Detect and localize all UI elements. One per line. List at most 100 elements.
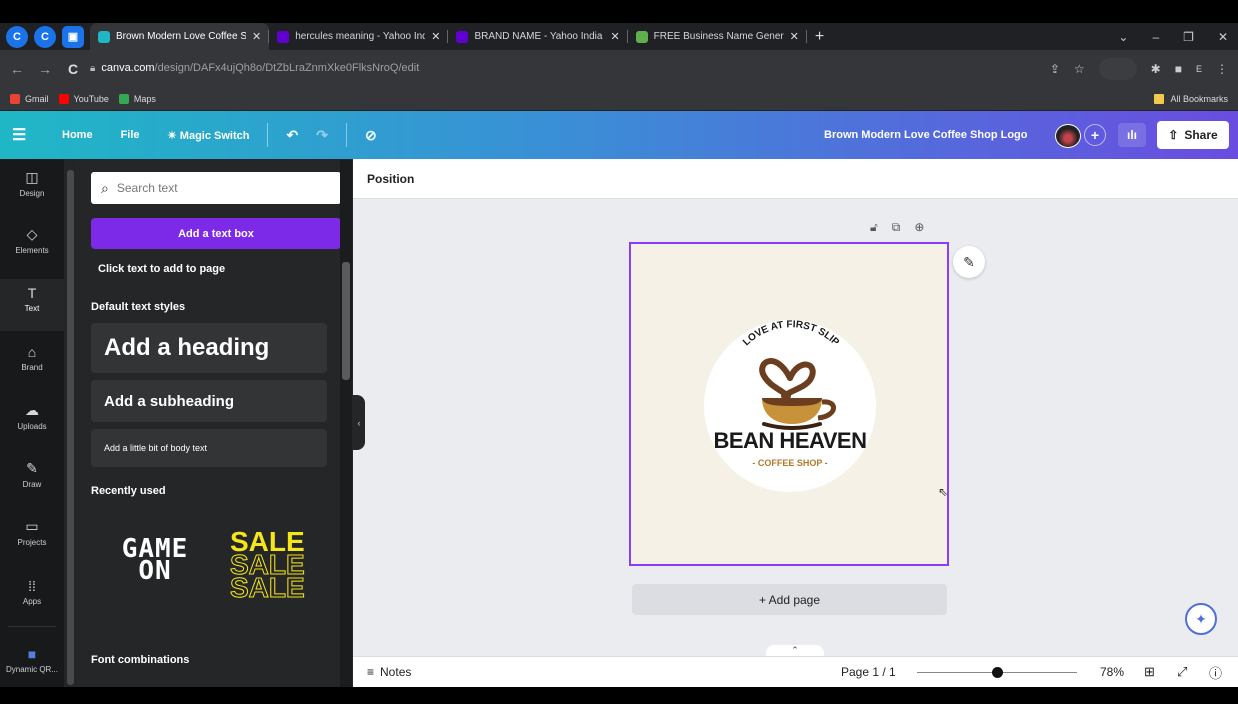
- close-tab-icon[interactable]: ✕: [610, 30, 619, 43]
- document-title[interactable]: Brown Modern Love Coffee Shop Logo: [824, 111, 1028, 159]
- pen-icon: ✎: [26, 460, 38, 476]
- lock-page-icon[interactable]: 🔓︎: [870, 220, 878, 235]
- grid-view-icon[interactable]: ⊞: [1144, 664, 1155, 680]
- search-input[interactable]: ⌕ Search text: [91, 172, 341, 204]
- collapse-panel-handle[interactable]: ‹: [353, 395, 365, 450]
- bottom-bar: [0, 687, 1238, 704]
- avatar[interactable]: [1055, 124, 1081, 148]
- redo-icon[interactable]: ↷: [316, 127, 328, 144]
- invite-plus-icon[interactable]: +: [1084, 124, 1106, 146]
- tab-title: Brown Modern Love Coffee Sho: [116, 31, 246, 42]
- logo-name[interactable]: BEAN HEAVEN: [704, 428, 876, 454]
- zoom-value[interactable]: 78%: [1100, 665, 1124, 679]
- rail-item-uploads[interactable]: ☁ Uploads: [0, 396, 64, 448]
- panel-scroll-thumb[interactable]: [342, 262, 350, 380]
- recent-sale-font[interactable]: SALE SALE SALE: [230, 528, 306, 603]
- undo-icon[interactable]: ↶: [286, 127, 298, 144]
- default-styles-heading: Default text styles: [91, 301, 186, 313]
- magic-assistant-icon[interactable]: ✦: [1185, 603, 1217, 635]
- menu-kebab-icon[interactable]: ⋮: [1216, 62, 1228, 76]
- rail-item-apps[interactable]: ⁞⁞ Apps: [0, 572, 64, 624]
- bookmark-item[interactable]: Gmail: [10, 93, 49, 104]
- rail-item-label: Projects: [17, 538, 47, 547]
- reload-icon[interactable]: C: [62, 61, 84, 77]
- add-page-icon[interactable]: ⊕: [914, 220, 924, 235]
- help-icon[interactable]: ⓘ: [1209, 663, 1222, 682]
- pinned-tab-icon[interactable]: C: [34, 25, 56, 48]
- file-menu[interactable]: File: [121, 129, 140, 141]
- notes-button[interactable]: ≡ Notes: [367, 665, 411, 679]
- duplicate-page-icon[interactable]: ⧉: [892, 220, 901, 235]
- share-upload-icon: ⇧: [1168, 128, 1179, 142]
- tab-title: hercules meaning - Yahoo India: [295, 31, 426, 42]
- rail-item-projects[interactable]: ▭ Projects: [0, 512, 64, 564]
- restore-icon[interactable]: ❐: [1183, 30, 1194, 44]
- body-style-card[interactable]: Add a little bit of body text: [91, 429, 327, 467]
- position-button[interactable]: Position: [367, 172, 414, 186]
- share-page-icon[interactable]: ⇪: [1050, 62, 1060, 76]
- rail-item-brand[interactable]: ⌂ Brand: [0, 338, 64, 390]
- pinned-tab-window-icon[interactable]: ▣: [62, 25, 84, 48]
- panel-scrollbar[interactable]: [340, 160, 352, 687]
- browser-tab[interactable]: hercules meaning - Yahoo India ✕: [269, 23, 449, 50]
- sidepanel-icon[interactable]: ■: [1175, 62, 1182, 76]
- magic-switch-label: Magic Switch: [179, 129, 250, 142]
- sparkle-icon: ✴︎: [167, 129, 180, 142]
- rail-item-draw[interactable]: ✎ Draw: [0, 454, 64, 506]
- add-comment-icon[interactable]: ✎: [953, 246, 985, 278]
- new-tab-button[interactable]: +: [815, 28, 824, 46]
- cloud-saved-icon[interactable]: ⊘: [365, 127, 377, 144]
- page-indicator[interactable]: Page 1 / 1: [841, 665, 896, 679]
- rail-item-design[interactable]: ◫ Design: [0, 163, 64, 215]
- forward-icon[interactable]: →: [34, 61, 56, 77]
- rail-item-label: Dynamic QR...: [5, 665, 58, 674]
- rail-item-label: Design: [19, 189, 45, 198]
- share-button[interactable]: ⇧ Share: [1157, 121, 1229, 149]
- close-tab-icon[interactable]: ✕: [252, 30, 261, 43]
- tab-search-icon[interactable]: ⌄: [1118, 30, 1128, 44]
- rail-item-elements[interactable]: ◇ Elements: [0, 220, 64, 272]
- logo-subtitle[interactable]: - COFFEE SHOP -: [704, 458, 876, 468]
- url-field[interactable]: 🔒︎ canva.com /design/DAFx4ujQh8o/DtZbLra…: [90, 55, 1090, 81]
- pinned-tab-chrome-icon[interactable]: C: [6, 25, 28, 48]
- rail-scroll-thumb[interactable]: [67, 170, 74, 685]
- browser-tab[interactable]: BRAND NAME - Yahoo India Se ✕: [448, 23, 628, 50]
- browser-tab[interactable]: Brown Modern Love Coffee Sho ✕: [90, 23, 270, 50]
- close-tab-icon[interactable]: ✕: [790, 30, 799, 43]
- tab-favicon-icon: [277, 30, 290, 43]
- text-icon: T: [27, 285, 37, 301]
- menu-icon[interactable]: ☰: [12, 125, 30, 145]
- rail-item-text[interactable]: T Text: [0, 279, 64, 331]
- zoom-slider-knob[interactable]: [992, 667, 1003, 678]
- close-window-icon[interactable]: ✕: [1218, 30, 1228, 44]
- back-icon[interactable]: ←: [6, 61, 28, 77]
- profile-e-icon[interactable]: E: [1196, 64, 1202, 74]
- heading-style-card[interactable]: Add a heading: [91, 323, 327, 373]
- bookmark-item[interactable]: YouTube: [58, 93, 109, 104]
- fullscreen-icon[interactable]: ⤢: [1177, 664, 1187, 680]
- canva-header: ☰ Home File ✴︎ Magic Switch ↶ ↷ ⊘ Brown …: [0, 111, 1238, 159]
- profile-pill[interactable]: [1098, 57, 1137, 80]
- rail-item-label: Draw: [22, 480, 42, 489]
- recent-game-on-font[interactable]: GAME ON: [105, 536, 205, 584]
- magic-switch-button[interactable]: ✴︎ Magic Switch: [168, 129, 250, 142]
- tab-favicon-icon: [98, 30, 110, 43]
- tab-title: BRAND NAME - Yahoo India Se: [474, 31, 605, 42]
- rail-item-label: Text: [24, 304, 40, 313]
- bookmark-item[interactable]: Maps: [118, 93, 156, 104]
- bookmark-star-icon[interactable]: ☆: [1074, 62, 1085, 76]
- add-page-button[interactable]: + Add page: [632, 584, 947, 615]
- click-text-hint: Click text to add to page: [98, 263, 226, 275]
- url-host: canva.com: [101, 62, 155, 74]
- close-tab-icon[interactable]: ✕: [431, 30, 440, 43]
- insights-icon[interactable]: ılı: [1118, 123, 1146, 147]
- browser-tab[interactable]: FREE Business Name Generator ✕: [628, 23, 807, 50]
- rail-item-dynamic-qr[interactable]: ■ Dynamic QR...: [0, 640, 64, 692]
- bookmark-favicon-icon: [10, 93, 20, 104]
- add-text-box-button[interactable]: Add a text box: [91, 218, 341, 249]
- extensions-icon[interactable]: ✱: [1151, 62, 1161, 76]
- home-link[interactable]: Home: [62, 129, 93, 141]
- all-bookmarks[interactable]: All Bookmarks: [1154, 93, 1228, 104]
- minimize-icon[interactable]: –: [1152, 30, 1159, 44]
- subheading-style-card[interactable]: Add a subheading: [91, 380, 327, 422]
